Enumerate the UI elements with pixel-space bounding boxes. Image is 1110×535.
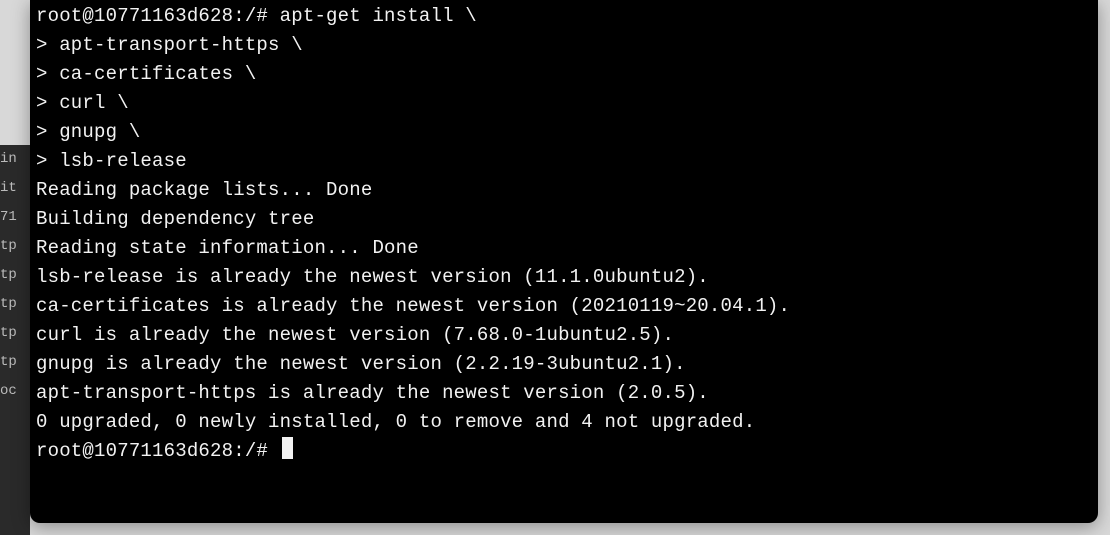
command-line: root@10771163d628:/# apt-get install \ [36,2,1092,31]
prompt-line[interactable]: root@10771163d628:/# [36,437,1092,466]
bg-frag-text: tp [0,319,30,348]
bg-frag-text: tp [0,348,30,377]
command-continuation: > lsb-release [36,147,1092,176]
output-line: Reading package lists... Done [36,176,1092,205]
prompt-text: root@10771163d628:/# [36,440,280,462]
bg-frag-text: tp [0,290,30,319]
output-line: Building dependency tree [36,205,1092,234]
output-line: Reading state information... Done [36,234,1092,263]
output-line: gnupg is already the newest version (2.2… [36,350,1092,379]
bg-frag-text: tp [0,232,30,261]
bg-frag-text: 71 [0,203,30,232]
command-continuation: > ca-certificates \ [36,60,1092,89]
terminal-window[interactable]: root@10771163d628:/# apt-get install \ >… [30,0,1098,523]
bg-frag-text: in [0,145,30,174]
bg-frag-text: tp [0,261,30,290]
output-line: 0 upgraded, 0 newly installed, 0 to remo… [36,408,1092,437]
cursor-icon [282,437,293,459]
output-line: lsb-release is already the newest versio… [36,263,1092,292]
command-continuation: > apt-transport-https \ [36,31,1092,60]
bg-frag-text: it [0,174,30,203]
output-line: apt-transport-https is already the newes… [36,379,1092,408]
command-continuation: > gnupg \ [36,118,1092,147]
command-continuation: > curl \ [36,89,1092,118]
output-line: curl is already the newest version (7.68… [36,321,1092,350]
bg-frag-text: oc [0,377,30,406]
background-window-fragment: in it 71 tp tp tp tp tp oc [0,145,30,535]
output-line: ca-certificates is already the newest ve… [36,292,1092,321]
